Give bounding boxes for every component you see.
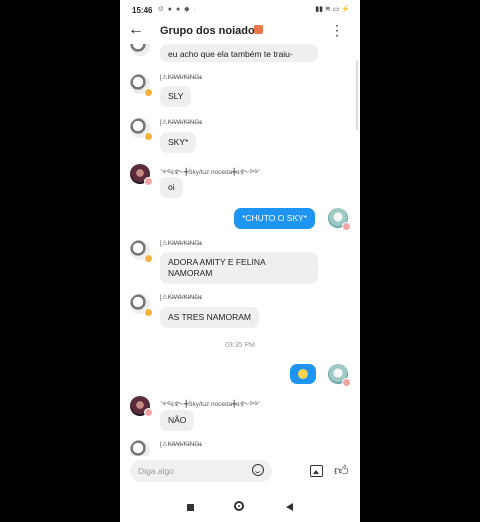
avatar-badge <box>342 222 351 231</box>
message-bubble[interactable]: SLY <box>160 86 192 107</box>
message-bubble[interactable]: eu acho que ela também te traiu- <box>160 44 318 62</box>
title-emoji-icon <box>254 25 263 34</box>
notification-icons: ⊙ ● ● ◆ · <box>158 6 197 13</box>
avatar-badge <box>144 254 153 263</box>
avatar-badge <box>144 88 153 97</box>
avatar-badge <box>342 378 351 387</box>
status-bar: 15:46 ⊙ ● ● ◆ · ▮▮ ≋ ▭ ⚡ <box>120 0 360 20</box>
time-separator: 03:35 PM <box>225 342 255 349</box>
message-bubble[interactable]: NÃO <box>160 410 195 431</box>
chat-title[interactable]: Grupo dos noiado <box>160 25 255 37</box>
arrow-left-icon[interactable]: ← <box>128 21 146 39</box>
sender-name: [⚠K̶I̶W̶I̶/K̶I̶N̶G̶ɛ <box>160 294 203 301</box>
emoji-face-icon <box>298 369 308 379</box>
avatar-badge <box>144 308 153 317</box>
sender-name: [⚠K̶I̶W̶I̶/K̶I̶N̶G̶ɛ <box>160 240 203 247</box>
avatar-badge <box>144 408 153 417</box>
status-time: 15:46 <box>132 6 153 15</box>
sender-name: [⚠K̶I̶W̶I̶/K̶I̶N̶G̶ɛ <box>160 119 203 126</box>
home-circle-icon[interactable] <box>234 501 244 511</box>
message-placeholder: Diga algo <box>138 466 174 476</box>
avatar-badge <box>144 132 153 141</box>
phone-screen: 15:46 ⊙ ● ● ◆ · ▮▮ ≋ ▭ ⚡ ← Grupo dos noi… <box>120 0 360 522</box>
system-nav-bar <box>120 494 360 522</box>
sender-name: [⚠K̶I̶W̶I̶/K̶I̶N̶G̶ɛ <box>160 441 203 448</box>
more-vertical-icon[interactable]: ⋮ <box>330 22 344 38</box>
sender-name: [⚠K̶I̶W̶I̶/K̶I̶N̶G̶ɛ <box>160 74 203 81</box>
thumbs-up-icon[interactable]: 👍︎ <box>334 462 349 478</box>
my-message-bubble[interactable]: *CHUTO O SKY* <box>234 208 316 229</box>
system-icons: ▮▮ ≋ ▭ ⚡ <box>315 6 350 13</box>
image-icon[interactable] <box>310 465 323 477</box>
chat-header: ← Grupo dos noiado ⋮ <box>120 18 360 44</box>
scrollbar[interactable] <box>356 60 358 130</box>
triangle-back-icon[interactable] <box>286 503 293 511</box>
message-bubble[interactable]: ADORA AMITY E FELINA NAMORAM <box>160 252 318 284</box>
my-emoji-message[interactable] <box>290 364 316 384</box>
avatar-badge <box>144 177 153 186</box>
message-list[interactable]: eu acho que ela também te traiu- [⚠K̶I̶W… <box>120 44 360 456</box>
avatar[interactable] <box>130 440 150 456</box>
message-bubble[interactable]: AS TRES NAMORAM <box>160 307 259 328</box>
emoji-icon[interactable] <box>252 464 264 476</box>
square-icon[interactable] <box>187 504 194 511</box>
message-input[interactable]: Diga algo <box>130 460 272 482</box>
message-bubble[interactable]: SKY* <box>160 132 197 153</box>
avatar[interactable] <box>130 44 150 56</box>
message-bubble[interactable]: oi <box>160 177 183 198</box>
